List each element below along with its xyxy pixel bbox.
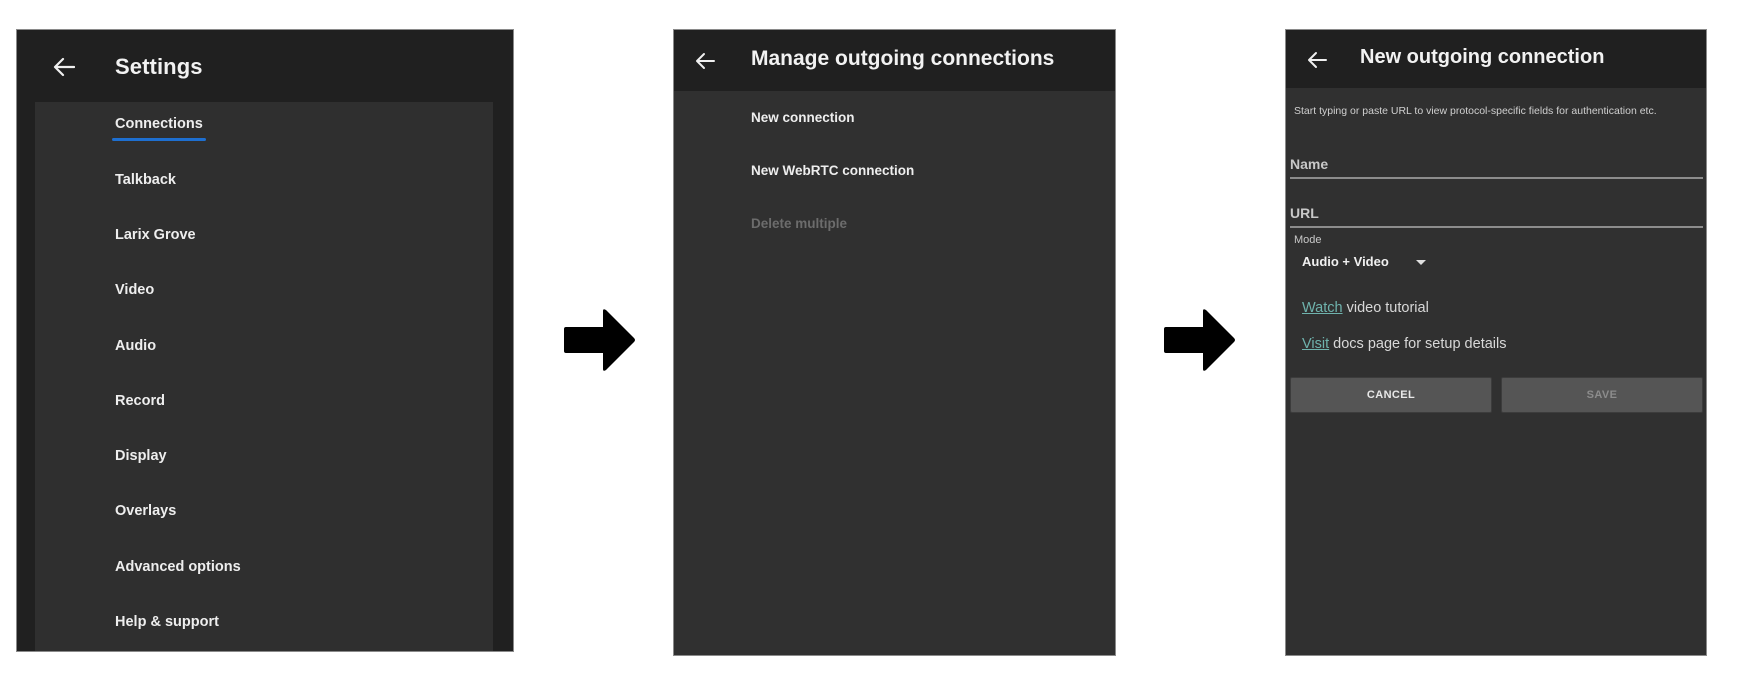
page-title: New outgoing connection bbox=[1360, 46, 1605, 68]
settings-item-connections[interactable]: Connections bbox=[112, 116, 206, 141]
visit-link-suffix: docs page for setup details bbox=[1329, 336, 1507, 352]
watch-link-suffix: video tutorial bbox=[1342, 300, 1429, 316]
settings-item-advanced-options[interactable]: Advanced options bbox=[115, 559, 241, 575]
settings-header: Settings bbox=[17, 30, 513, 102]
settings-item-display[interactable]: Display bbox=[115, 448, 167, 464]
cancel-button[interactable]: CANCEL bbox=[1290, 377, 1492, 413]
visit-docs-line: Visit docs page for setup details bbox=[1302, 336, 1506, 352]
new-webrtc-connection-item[interactable]: New WebRTC connection bbox=[751, 163, 914, 178]
settings-item-help-support[interactable]: Help & support bbox=[115, 614, 219, 630]
mode-label: Mode bbox=[1294, 234, 1322, 246]
name-field[interactable] bbox=[1290, 153, 1703, 179]
page-title: Settings bbox=[115, 54, 203, 79]
delete-multiple-item: Delete multiple bbox=[751, 216, 848, 231]
arrow-left-icon[interactable] bbox=[53, 57, 76, 77]
arrow-right-icon bbox=[564, 309, 635, 371]
caret-down-icon bbox=[1416, 260, 1426, 265]
url-hint-text: Start typing or paste URL to view protoc… bbox=[1294, 105, 1657, 117]
arrow-left-icon[interactable] bbox=[1307, 51, 1327, 69]
mode-selected-value: Audio + Video bbox=[1302, 254, 1389, 269]
settings-item-record[interactable]: Record bbox=[115, 393, 165, 409]
settings-item-talkback[interactable]: Talkback bbox=[115, 172, 176, 188]
url-field[interactable] bbox=[1290, 202, 1703, 228]
settings-item-video[interactable]: Video bbox=[115, 282, 154, 298]
save-button: SAVE bbox=[1501, 377, 1703, 413]
settings-item-audio[interactable]: Audio bbox=[115, 338, 156, 354]
new-connection-header: New outgoing connection bbox=[1286, 30, 1706, 88]
new-connection-screen: New outgoing connection Start typing or … bbox=[1285, 29, 1707, 656]
page-title: Manage outgoing connections bbox=[751, 47, 1055, 70]
settings-list: Connections Talkback Larix Grove Video A… bbox=[35, 102, 493, 651]
visit-link[interactable]: Visit bbox=[1302, 336, 1329, 352]
settings-item-overlays[interactable]: Overlays bbox=[115, 503, 176, 519]
arrow-left-icon[interactable] bbox=[695, 52, 715, 70]
manage-header: Manage outgoing connections bbox=[674, 30, 1115, 91]
arrow-right-icon bbox=[1164, 309, 1235, 371]
new-connection-item[interactable]: New connection bbox=[751, 110, 855, 125]
mode-dropdown[interactable]: Audio + Video bbox=[1302, 252, 1432, 272]
watch-tutorial-line: Watch video tutorial bbox=[1302, 300, 1429, 316]
settings-item-larix-grove[interactable]: Larix Grove bbox=[115, 227, 196, 243]
manage-connections-screen: Manage outgoing connections New connecti… bbox=[673, 29, 1116, 656]
watch-link[interactable]: Watch bbox=[1302, 300, 1343, 316]
settings-screen: Settings Connections Talkback Larix Grov… bbox=[16, 29, 514, 652]
